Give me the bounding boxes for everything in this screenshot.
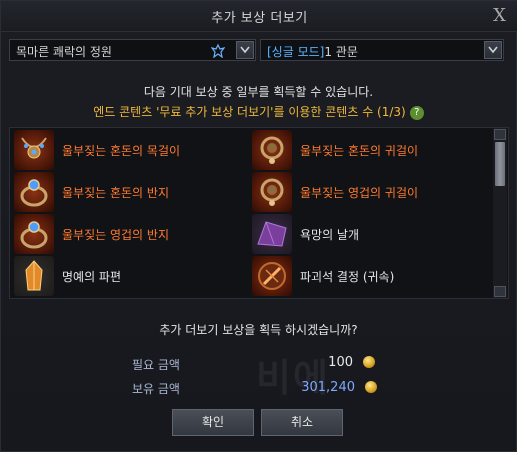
confirm-question: 추가 더보기 보상을 획득 하시겠습니까?	[159, 323, 358, 337]
list-item[interactable]: 울부짖는 혼돈의 반지	[12, 171, 250, 213]
list-item[interactable]: 울부짖는 혼돈의 목걸이	[12, 129, 250, 171]
owned-amount-label: 보유 금액	[132, 382, 180, 396]
reward-info-text: 다음 기대 보상 중 일부를 획득할 수 있습니다.	[143, 85, 374, 99]
scroll-up-icon[interactable]	[494, 129, 506, 140]
required-amount-value: 100	[328, 355, 353, 370]
required-amount-label: 필요 금액	[132, 358, 180, 372]
ring-icon	[14, 172, 54, 212]
title-bar[interactable]: 추가 보상 더보기 X	[1, 1, 517, 32]
stage-label: 1 관문	[324, 45, 358, 59]
free-reward-count-label: 엔드 콘텐츠 '무료 추가 보상 더보기'를 이용한 콘텐츠 수 (1/3)	[93, 105, 406, 119]
stage-select[interactable]: [싱글 모드]1 관문	[260, 39, 504, 61]
scroll-down-icon[interactable]	[494, 286, 506, 297]
wing-icon	[252, 214, 292, 254]
cancel-button[interactable]: 취소	[261, 409, 343, 436]
reward-label: 명예의 파편	[62, 270, 122, 284]
dialog-title: 추가 보상 더보기	[211, 11, 308, 26]
reward-label: 파괴석 결정 (귀속)	[300, 270, 395, 284]
earring-icon	[252, 172, 292, 212]
mode-tag: [싱글 모드]	[267, 45, 325, 59]
scroll-thumb[interactable]	[495, 142, 505, 186]
stage-select-value: [싱글 모드]1 관문	[267, 43, 358, 60]
free-reward-count-text: 엔드 콘텐츠 '무료 추가 보상 더보기'를 이용한 콘텐츠 수 (1/3)?	[1, 103, 516, 120]
list-item[interactable]: 울부짖는 혼돈의 귀걸이	[250, 129, 488, 171]
close-icon[interactable]: X	[493, 5, 506, 26]
gold-coin-icon	[363, 356, 375, 368]
list-item[interactable]: 파괴석 결정 (귀속)	[250, 255, 488, 297]
earring-icon	[252, 130, 292, 170]
dungeon-select[interactable]: 목마른 쾌락의 정원	[9, 39, 256, 61]
help-icon[interactable]: ?	[409, 105, 424, 120]
reward-list[interactable]: 울부짖는 혼돈의 목걸이 울부짖는 혼돈의 귀걸이 울부짖는 혼돈의 반지 울부…	[9, 127, 509, 299]
owned-amount-value: 301,240	[301, 380, 355, 395]
list-item[interactable]: 울부짖는 영겁의 반지	[12, 213, 250, 255]
necklace-icon	[14, 130, 54, 170]
reward-label: 울부짖는 영겁의 반지	[62, 228, 169, 242]
shard-icon	[14, 256, 54, 296]
reward-label: 울부짖는 혼돈의 귀걸이	[300, 144, 419, 158]
destruction-crystal-icon	[252, 256, 292, 296]
dungeon-select-value: 목마른 쾌락의 정원	[16, 45, 112, 59]
reward-label: 울부짖는 영겁의 귀걸이	[300, 186, 419, 200]
reward-label: 울부짖는 혼돈의 목걸이	[62, 144, 181, 158]
list-item[interactable]: 욕망의 날개	[250, 213, 488, 255]
scrollbar[interactable]	[493, 128, 507, 298]
reward-label: 울부짖는 혼돈의 반지	[62, 186, 169, 200]
emblem-icon	[210, 43, 226, 62]
confirm-button[interactable]: 확인	[172, 409, 254, 436]
gold-coin-icon	[365, 381, 377, 393]
list-item[interactable]: 울부짖는 영겁의 귀걸이	[250, 171, 488, 213]
reward-label: 욕망의 날개	[300, 228, 360, 242]
list-item[interactable]: 명예의 파편	[12, 255, 250, 297]
ring-icon	[14, 214, 54, 254]
reward-dialog: 추가 보상 더보기 X 목마른 쾌락의 정원 [싱글 모드]1 관문 다음 기대…	[0, 0, 517, 452]
chevron-down-icon[interactable]	[484, 41, 502, 59]
chevron-down-icon[interactable]	[236, 41, 254, 59]
